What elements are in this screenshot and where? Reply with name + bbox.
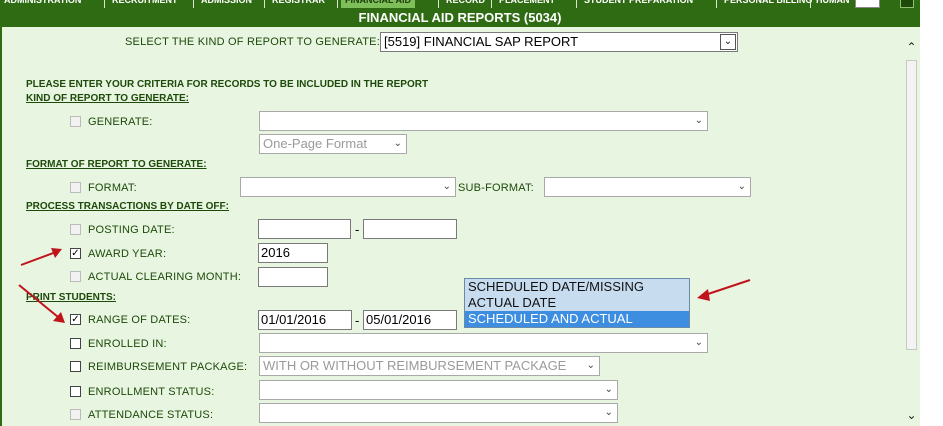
attendance-status-label: ATTENDANCE STATUS: <box>88 409 214 421</box>
range-start-input[interactable]: 01/01/2016 <box>258 310 352 330</box>
award-year-label: AWARD YEAR: <box>88 248 167 260</box>
page-format-select[interactable]: One-Page Format ⌄ <box>259 134 407 154</box>
vertical-scrollbar[interactable]: ⌃ ⌄ <box>903 38 920 426</box>
red-arrow-icon <box>697 279 751 301</box>
section-process-transactions: PROCESS TRANSACTIONS BY DATE OFF: <box>26 201 229 212</box>
chevron-down-icon: ⌄ <box>694 337 703 348</box>
range-of-dates-checkbox[interactable]: ✓ <box>70 314 81 325</box>
chevron-down-icon: ⌄ <box>586 360 595 371</box>
criteria-instructions: PLEASE ENTER YOUR CRITERIA FOR RECORDS T… <box>26 79 429 90</box>
tab-recruitment[interactable]: RECRUITMENT <box>112 0 178 8</box>
enrollment-status-select[interactable]: ⌄ <box>259 380 618 400</box>
date-type-option[interactable]: ACTUAL DATE <box>465 295 689 311</box>
tab-separator <box>491 0 492 8</box>
posting-date-checkbox[interactable] <box>70 224 81 235</box>
format-select[interactable]: ⌄ <box>240 177 456 197</box>
enrolled-in-select[interactable]: ⌄ <box>259 333 708 353</box>
subformat-label: SUB-FORMAT: <box>458 182 534 194</box>
check-icon: ✓ <box>71 314 80 325</box>
report-select-label: SELECT THE KIND OF REPORT TO GENERATE: <box>125 36 380 48</box>
chevron-down-icon: ⌄ <box>393 138 402 149</box>
generate-checkbox[interactable] <box>70 116 81 127</box>
posting-date-to-input[interactable] <box>363 219 457 239</box>
chevron-down-icon: ⌄ <box>694 115 703 126</box>
section-format-of-report: FORMAT OF REPORT TO GENERATE: <box>26 159 207 170</box>
tab-human[interactable]: HUMAN <box>816 0 850 8</box>
actual-clearing-month-checkbox[interactable] <box>70 271 81 282</box>
attendance-status-select[interactable]: ⌄ <box>259 403 618 423</box>
section-kind-of-report: KIND OF REPORT TO GENERATE: <box>26 93 189 104</box>
award-year-input[interactable]: 2016 <box>258 243 328 263</box>
reimbursement-package-label: REIMBURSEMENT PACKAGE: <box>88 361 248 373</box>
page-margin <box>920 0 943 426</box>
red-arrow-icon <box>18 284 65 323</box>
nav-search-box[interactable] <box>855 0 880 8</box>
date-type-listbox[interactable]: SCHEDULED DATE/MISSING ACTUAL DATE SCHED… <box>464 278 690 328</box>
tab-administration[interactable]: ADMINISTRATION <box>4 0 81 8</box>
page-format-value: One-Page Format <box>263 136 368 151</box>
enrollment-status-checkbox[interactable] <box>70 386 81 397</box>
chevron-down-icon: ⌄ <box>604 384 613 395</box>
posting-date-from-input[interactable] <box>258 219 351 239</box>
tab-separator <box>716 0 717 8</box>
enrollment-status-label: ENROLLMENT STATUS: <box>88 386 215 398</box>
tab-separator <box>810 0 811 8</box>
red-arrow-icon <box>20 248 62 266</box>
reimbursement-package-checkbox[interactable] <box>70 361 81 372</box>
range-separator: - <box>355 313 360 328</box>
chevron-down-icon: ⌄ <box>720 34 736 50</box>
chevron-down-icon: ⌄ <box>442 181 451 192</box>
posting-date-label: POSTING DATE: <box>88 224 175 236</box>
nav-corner-button[interactable] <box>900 0 914 8</box>
reimbursement-package-value: WITH OR WITHOUT REIMBURSEMENT PACKAGE <box>263 358 567 373</box>
page-title: FINANCIAL AID REPORTS (5034) <box>0 8 920 27</box>
tab-separator <box>193 0 194 8</box>
actual-clearing-month-label: ACTUAL CLEARING MONTH: <box>88 271 242 283</box>
tab-financial-aid[interactable]: FINANCIAL AID <box>341 0 415 8</box>
tab-separator <box>576 0 577 8</box>
check-icon: ✓ <box>71 248 80 259</box>
tab-record[interactable]: RECORD <box>446 0 485 8</box>
tab-separator <box>337 0 338 8</box>
tab-registrar[interactable]: REGISTRAR <box>272 0 325 8</box>
tab-separator <box>104 0 105 8</box>
date-type-option-selected[interactable]: SCHEDULED AND ACTUAL <box>465 311 689 327</box>
tab-personal-billing[interactable]: PERSONAL BILLING <box>724 0 812 8</box>
chevron-down-icon: ⌄ <box>737 181 746 192</box>
chevron-up-icon[interactable]: ⌃ <box>903 38 920 56</box>
actual-clearing-month-input[interactable] <box>258 267 328 287</box>
chevron-down-icon[interactable]: ⌄ <box>903 406 920 424</box>
range-of-dates-label: RANGE OF DATES: <box>88 314 191 326</box>
generate-select[interactable]: ⌄ <box>259 111 708 131</box>
tab-separator <box>264 0 265 8</box>
subformat-select[interactable]: ⌄ <box>544 177 751 197</box>
report-kind-select[interactable]: [5519] FINANCIAL SAP REPORT ⌄ <box>380 32 738 52</box>
generate-label: GENERATE: <box>88 116 153 128</box>
report-kind-value: [5519] FINANCIAL SAP REPORT <box>384 34 579 49</box>
award-year-checkbox[interactable]: ✓ <box>70 248 81 259</box>
scrollbar-thumb[interactable] <box>906 60 917 350</box>
posting-date-separator: - <box>355 222 360 237</box>
range-end-input[interactable]: 05/01/2016 <box>363 310 457 330</box>
format-checkbox[interactable] <box>70 182 81 193</box>
format-label: FORMAT: <box>88 182 137 194</box>
tab-placement[interactable]: PLACEMENT <box>499 0 555 8</box>
tab-admission[interactable]: ADMISSION <box>201 0 252 8</box>
reimbursement-package-select[interactable]: WITH OR WITHOUT REIMBURSEMENT PACKAGE ⌄ <box>259 356 600 376</box>
attendance-status-checkbox[interactable] <box>70 409 81 420</box>
top-nav-bar: ADMINISTRATION RECRUITMENT ADMISSION REG… <box>0 0 920 8</box>
tab-separator <box>438 0 439 8</box>
date-type-option[interactable]: SCHEDULED DATE/MISSING <box>465 279 689 295</box>
enrolled-in-checkbox[interactable] <box>70 338 81 349</box>
enrolled-in-label: ENROLLED IN: <box>88 338 167 350</box>
tab-student-preparation[interactable]: STUDENT PREPARATION <box>584 0 693 8</box>
chevron-down-icon: ⌄ <box>604 407 613 418</box>
